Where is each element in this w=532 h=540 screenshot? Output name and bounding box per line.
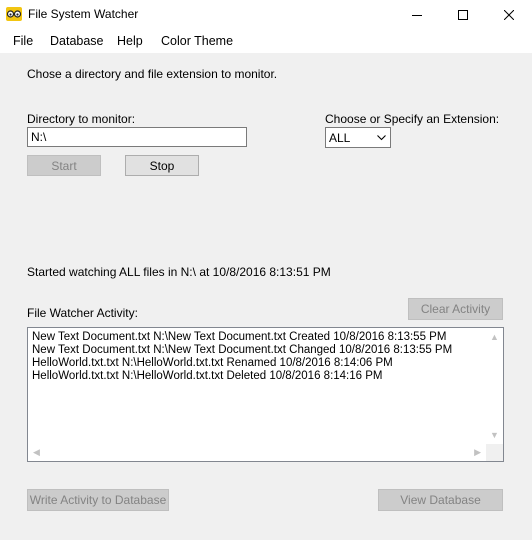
scroll-up-icon[interactable]: ▲ bbox=[490, 333, 499, 342]
scroll-left-icon[interactable]: ◀ bbox=[33, 448, 40, 457]
menu-help[interactable]: Help bbox=[117, 34, 143, 48]
instructions-text: Chose a directory and file extension to … bbox=[27, 67, 278, 81]
view-database-button[interactable]: View Database bbox=[378, 489, 503, 511]
scroll-corner bbox=[486, 444, 503, 461]
close-button[interactable] bbox=[486, 0, 532, 29]
scroll-down-icon[interactable]: ▼ bbox=[490, 431, 499, 440]
list-item[interactable]: New Text Document.txt N:\New Text Docume… bbox=[32, 344, 452, 357]
extension-select-value: ALL bbox=[329, 130, 351, 145]
extension-label: Choose or Specify an Extension: bbox=[325, 112, 500, 126]
activity-list[interactable]: New Text Document.txt N:\New Text Docume… bbox=[27, 327, 504, 462]
directory-label: Directory to monitor: bbox=[27, 112, 136, 126]
vertical-scrollbar[interactable]: ▲ ▼ bbox=[486, 328, 503, 444]
minimize-icon bbox=[412, 14, 422, 16]
extension-select[interactable]: ALL bbox=[325, 127, 391, 148]
chevron-down-icon bbox=[377, 134, 386, 140]
menu-color-theme[interactable]: Color Theme bbox=[161, 34, 233, 48]
horizontal-scrollbar[interactable]: ◀ ▶ bbox=[28, 444, 486, 461]
directory-input[interactable]: N:\ bbox=[27, 127, 247, 147]
start-button[interactable]: Start bbox=[27, 155, 101, 176]
window-title: File System Watcher bbox=[28, 7, 139, 21]
write-activity-to-database-button[interactable]: Write Activity to Database bbox=[27, 489, 169, 511]
activity-label: File Watcher Activity: bbox=[27, 306, 138, 320]
glasses-icon bbox=[6, 7, 22, 21]
clear-activity-button[interactable]: Clear Activity bbox=[408, 298, 503, 320]
activity-lines: New Text Document.txt N:\New Text Docume… bbox=[32, 331, 452, 383]
stop-button[interactable]: Stop bbox=[125, 155, 199, 176]
directory-input-value: N:\ bbox=[31, 130, 47, 144]
list-item[interactable]: HelloWorld.txt.txt N:\HelloWorld.txt.txt… bbox=[32, 370, 452, 383]
scroll-right-icon[interactable]: ▶ bbox=[474, 448, 481, 457]
maximize-button[interactable] bbox=[440, 0, 486, 29]
close-icon bbox=[504, 9, 514, 20]
list-item[interactable]: New Text Document.txt N:\New Text Docume… bbox=[32, 331, 452, 344]
menu-database[interactable]: Database bbox=[50, 34, 104, 48]
title-bar[interactable]: File System Watcher bbox=[0, 0, 532, 29]
status-text: Started watching ALL files in N:\ at 10/… bbox=[27, 265, 331, 279]
menu-bar: File Database Help Color Theme bbox=[0, 29, 532, 54]
menu-file[interactable]: File bbox=[13, 34, 33, 48]
minimize-button[interactable] bbox=[394, 0, 440, 29]
maximize-icon bbox=[458, 9, 468, 20]
list-item[interactable]: HelloWorld.txt.txt N:\HelloWorld.txt.txt… bbox=[32, 357, 452, 370]
